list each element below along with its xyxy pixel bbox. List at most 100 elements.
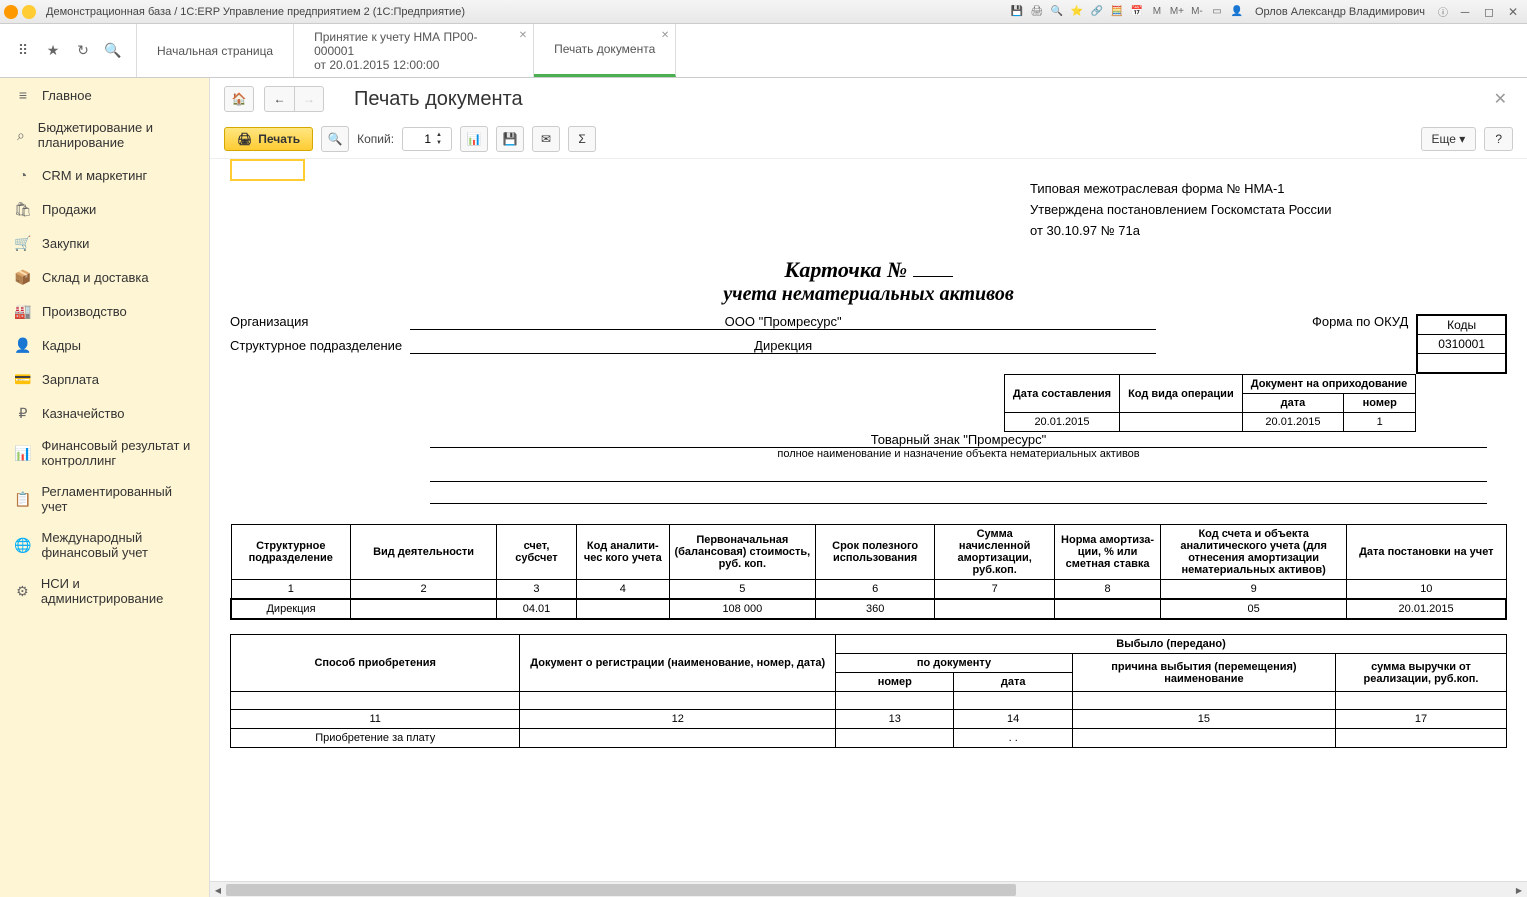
- scroll-right-icon[interactable]: ▶: [1511, 882, 1527, 897]
- td-doc-num: 1: [1344, 413, 1416, 432]
- print-icon[interactable]: 🖨: [1029, 4, 1045, 20]
- tab-document[interactable]: Принятие к учету НМА ПР00-000001 от 20.0…: [294, 24, 534, 77]
- close-tab-icon[interactable]: ✕: [519, 30, 527, 41]
- preview-button[interactable]: 🔍: [321, 126, 349, 152]
- sidebar-item-salary[interactable]: 💳Зарплата: [0, 362, 209, 396]
- help-button[interactable]: ?: [1484, 127, 1513, 151]
- copies-label: Копий:: [357, 132, 394, 146]
- dt-hrev: сумма выручки от реализации, руб.коп.: [1335, 654, 1506, 692]
- mt-n5: 5: [669, 580, 815, 600]
- horizontal-scrollbar[interactable]: ◀ ▶: [210, 881, 1527, 897]
- maximize-button[interactable]: ◻: [1479, 4, 1499, 20]
- copies-stepper[interactable]: ▲▼: [402, 127, 452, 151]
- dt-v15: [1072, 729, 1335, 748]
- mt-h8: Норма амортиза-ции, % или сметная ставка: [1054, 525, 1160, 580]
- scrollbar-thumb[interactable]: [226, 884, 1016, 896]
- dept-label: Структурное подразделение: [230, 338, 410, 354]
- print-toolbar: 🖨 Печать 🔍 Копий: ▲▼ 📊 💾 ✉ Σ Еще ▾ ?: [210, 120, 1527, 159]
- apps-icon[interactable]: ⠿: [14, 42, 32, 60]
- print-document: Типовая межотраслевая форма № НМА-1 Утве…: [210, 159, 1527, 788]
- mt-h10: Дата постановки на учет: [1347, 525, 1506, 580]
- forward-button[interactable]: →: [294, 86, 324, 112]
- org-value: ООО "Промресурс": [410, 314, 1156, 330]
- tab-print-document[interactable]: Печать документа ✕: [534, 24, 676, 77]
- sidebar-item-warehouse[interactable]: 📦Склад и доставка: [0, 260, 209, 294]
- tab-label: Печать документа: [554, 42, 655, 56]
- mplus-icon[interactable]: M+: [1169, 4, 1185, 20]
- user-name[interactable]: Орлов Александр Владимирович: [1249, 6, 1431, 18]
- dept-value: Дирекция: [410, 338, 1156, 354]
- info-icon[interactable]: ⓘ: [1435, 4, 1451, 20]
- sidebar-item-purchases[interactable]: 🛒Закупки: [0, 226, 209, 260]
- close-page-button[interactable]: ✕: [1488, 89, 1513, 109]
- history-icon[interactable]: ↻: [74, 42, 92, 60]
- print-label: Печать: [258, 132, 300, 146]
- mt-v6: 360: [815, 599, 935, 619]
- dt-hnum: номер: [836, 673, 954, 692]
- save-icon[interactable]: 💾: [1009, 4, 1025, 20]
- sidebar-item-label: Склад и доставка: [42, 270, 149, 285]
- codes-header: Коды: [1418, 316, 1505, 335]
- sum-button[interactable]: Σ: [568, 126, 596, 152]
- calendar-icon[interactable]: 📅: [1129, 4, 1145, 20]
- panel-icon[interactable]: ▭: [1209, 4, 1225, 20]
- sidebar: ≡Главное ⌕Бюджетирование и планирование …: [0, 78, 210, 897]
- copies-input[interactable]: [403, 132, 433, 146]
- sidebar-item-finresult[interactable]: 📊Финансовый результат и контроллинг: [0, 430, 209, 476]
- star-icon[interactable]: ★: [44, 42, 62, 60]
- scroll-left-icon[interactable]: ◀: [210, 882, 226, 897]
- document-viewport[interactable]: Типовая межотраслевая форма № НМА-1 Утве…: [210, 159, 1527, 881]
- dt-n13: 13: [836, 710, 954, 729]
- sidebar-item-label: Бюджетирование и планирование: [38, 120, 195, 150]
- mt-v7: [935, 599, 1055, 619]
- top-toolbar: ⠿ ★ ↻ 🔍 Начальная страница Принятие к уч…: [0, 24, 1527, 78]
- close-tab-icon[interactable]: ✕: [661, 30, 669, 41]
- preview-icon[interactable]: 🔍: [1049, 4, 1065, 20]
- td-date: 20.01.2015: [1004, 413, 1119, 432]
- dt-h12: Документ о регистрации (наименование, но…: [520, 635, 836, 692]
- sidebar-item-main[interactable]: ≡ Главное: [0, 78, 209, 112]
- sidebar-item-sales[interactable]: 🛍Продажи: [0, 192, 209, 226]
- mt-h2: Вид деятельности: [351, 525, 497, 580]
- card-icon: 💳: [14, 370, 32, 388]
- home-button[interactable]: 🏠: [224, 86, 254, 112]
- sidebar-item-treasury[interactable]: ₽Казначейство: [0, 396, 209, 430]
- mt-n3: 3: [497, 580, 577, 600]
- tab-start-page[interactable]: Начальная страница: [137, 24, 294, 77]
- m-icon[interactable]: M: [1149, 4, 1165, 20]
- td-opcode: [1120, 413, 1243, 432]
- spin-down-icon[interactable]: ▼: [433, 139, 445, 147]
- sidebar-item-admin[interactable]: ⚙НСИ и администрирование: [0, 568, 209, 614]
- search-icon[interactable]: 🔍: [104, 42, 122, 60]
- printer-icon: 🖨: [237, 132, 252, 146]
- sidebar-item-regaccounting[interactable]: 📋Регламентированный учет: [0, 476, 209, 522]
- back-button[interactable]: ←: [264, 86, 294, 112]
- email-button[interactable]: ✉: [532, 126, 560, 152]
- sidebar-item-ifrs[interactable]: 🌐Международный финансовый учет: [0, 522, 209, 568]
- close-window-button[interactable]: ✕: [1503, 4, 1523, 20]
- spin-up-icon[interactable]: ▲: [433, 131, 445, 139]
- excel-button[interactable]: 📊: [460, 126, 488, 152]
- piechart-icon: ◔: [14, 166, 32, 184]
- save-doc-button[interactable]: 💾: [496, 126, 524, 152]
- mt-n2: 2: [351, 580, 497, 600]
- object-line2: [430, 464, 1487, 482]
- more-button[interactable]: Еще ▾: [1421, 127, 1477, 151]
- sidebar-item-label: Главное: [42, 88, 92, 103]
- app-dropdown-icon[interactable]: [22, 5, 36, 19]
- sidebar-item-budgeting[interactable]: ⌕Бюджетирование и планирование: [0, 112, 209, 158]
- sidebar-item-crm[interactable]: ◔CRM и маркетинг: [0, 158, 209, 192]
- sidebar-item-production[interactable]: 🏭Производство: [0, 294, 209, 328]
- okud-label: Форма по ОКУД: [1296, 314, 1416, 330]
- favorite-icon[interactable]: ⭐: [1069, 4, 1085, 20]
- meta-table: Дата составления Код вида операции Докум…: [1004, 374, 1416, 432]
- link-icon[interactable]: 🔗: [1089, 4, 1105, 20]
- print-button[interactable]: 🖨 Печать: [224, 127, 313, 151]
- mt-h5: Первоначальная (балансовая) стоимость, р…: [669, 525, 815, 580]
- content-header: 🏠 ← → Печать документа ✕: [210, 78, 1527, 120]
- minimize-button[interactable]: ─: [1455, 4, 1475, 20]
- menu-icon: ≡: [14, 86, 32, 104]
- calc-icon[interactable]: 🧮: [1109, 4, 1125, 20]
- sidebar-item-hr[interactable]: 👤Кадры: [0, 328, 209, 362]
- mminus-icon[interactable]: M-: [1189, 4, 1205, 20]
